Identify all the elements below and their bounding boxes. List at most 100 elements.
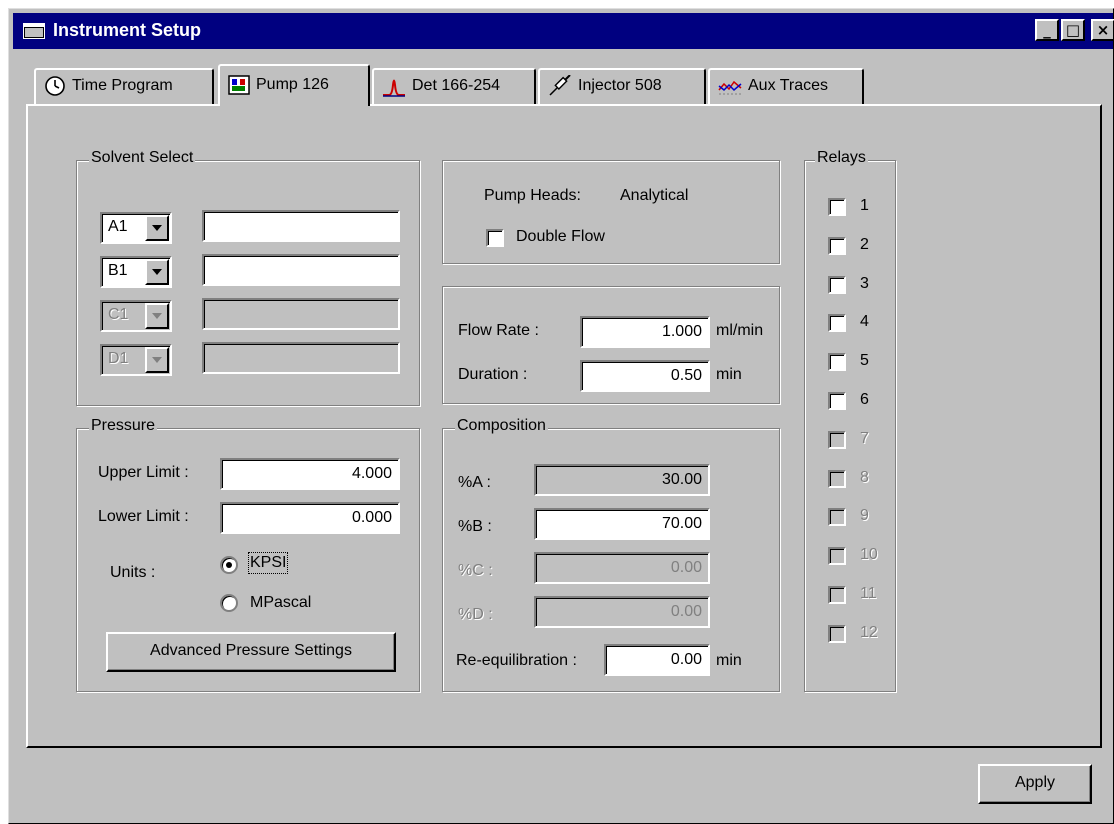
flow-rate-field[interactable]: 1.000 (580, 316, 710, 348)
pressure-legend: Pressure (89, 417, 158, 435)
relay-7-label: 7 (860, 430, 869, 447)
relay-9-label: 9 (860, 507, 869, 524)
relay-7-checkbox (828, 431, 846, 449)
percent-d-label: %D : (458, 606, 493, 623)
solvent-b-channel: B1 (108, 262, 128, 279)
apply-button[interactable]: Apply (978, 764, 1092, 804)
detector-peak-icon (383, 79, 405, 97)
title-bar[interactable]: Instrument Setup _ □ × (13, 13, 1114, 49)
percent-c-label: %C : (458, 562, 493, 579)
relay-11-label: 11 (860, 585, 877, 602)
reequilibration-label: Re-equilibration : (456, 652, 577, 669)
units-kpsi-label[interactable]: KPSI (247, 552, 289, 574)
flow-rate-label: Flow Rate : (458, 322, 539, 339)
advanced-pressure-settings-button[interactable]: Advanced Pressure Settings (106, 632, 396, 672)
relay-4-checkbox[interactable] (828, 314, 846, 332)
solvent-d-name-field (202, 342, 400, 374)
pump-icon (228, 75, 250, 95)
relays-group: Relays (804, 149, 896, 692)
relay-1-label[interactable]: 1 (860, 197, 869, 215)
aux-traces-icon (718, 80, 742, 95)
relay-1-checkbox[interactable] (828, 198, 846, 216)
duration-field[interactable]: 0.50 (580, 360, 710, 392)
reequilibration-field[interactable]: 0.00 (604, 644, 710, 676)
percent-b-field[interactable]: 70.00 (534, 508, 710, 540)
pump-heads-value: Analytical (620, 187, 689, 204)
solvent-c-combo: C1 (100, 300, 172, 332)
relay-4-label[interactable]: 4 (860, 313, 869, 331)
reequilibration-unit: min (716, 652, 742, 669)
relay-8-label: 8 (860, 469, 869, 486)
solvent-a-channel: A1 (108, 218, 128, 235)
close-button[interactable]: × (1091, 19, 1114, 41)
pump-heads-label: Pump Heads: (484, 187, 581, 204)
relay-10-checkbox (828, 547, 846, 565)
relay-9-checkbox (828, 508, 846, 526)
percent-b-label: %B : (458, 518, 492, 535)
relay-5-label[interactable]: 5 (860, 352, 869, 370)
relays-legend: Relays (815, 149, 868, 167)
relay-12-checkbox (828, 625, 846, 643)
solvent-d-channel: D1 (108, 350, 129, 367)
chevron-down-icon (145, 347, 169, 373)
maximize-icon: □ (1065, 21, 1081, 39)
relay-12-label: 12 (860, 624, 878, 641)
lower-limit-label: Lower Limit : (98, 508, 189, 525)
lower-limit-field[interactable]: 0.000 (220, 502, 400, 534)
tab-label: Injector 508 (578, 77, 662, 94)
duration-label: Duration : (458, 366, 528, 383)
units-kpsi-radio[interactable] (220, 556, 238, 574)
flow-rate-unit: ml/min (716, 322, 764, 339)
solvent-c-channel: C1 (108, 306, 129, 323)
maximize-button[interactable]: □ (1061, 19, 1085, 41)
percent-a-label: %A : (458, 474, 491, 491)
relay-11-checkbox (828, 586, 846, 604)
tab-detector[interactable]: Det 166-254 (372, 68, 536, 104)
units-mpascal-label[interactable]: MPascal (250, 594, 311, 612)
double-flow-label[interactable]: Double Flow (516, 228, 605, 246)
window-title: Instrument Setup (53, 20, 202, 40)
minimize-button[interactable]: _ (1035, 19, 1059, 41)
relay-5-checkbox[interactable] (828, 353, 846, 371)
relay-3-checkbox[interactable] (828, 276, 846, 294)
close-icon: × (1096, 21, 1110, 39)
relay-2-label[interactable]: 2 (860, 236, 869, 254)
solvent-b-name-field[interactable] (202, 254, 400, 286)
chevron-down-icon (145, 303, 169, 329)
window-icon (23, 23, 45, 39)
syringe-icon (549, 74, 571, 96)
tab-injector[interactable]: Injector 508 (538, 68, 706, 104)
solvent-c-name-field (202, 298, 400, 330)
pump-heads-group (442, 160, 780, 264)
chevron-down-icon[interactable] (145, 215, 169, 241)
double-flow-checkbox[interactable] (486, 229, 504, 247)
upper-limit-field[interactable]: 4.000 (220, 458, 400, 490)
units-mpascal-radio[interactable] (220, 594, 238, 612)
clock-icon (45, 75, 65, 96)
solvent-select-legend: Solvent Select (89, 149, 196, 167)
percent-c-field: 0.00 (534, 552, 710, 584)
relay-6-checkbox[interactable] (828, 392, 846, 410)
tab-label: Aux Traces (748, 77, 829, 94)
tab-time-program[interactable]: Time Program (34, 68, 214, 104)
upper-limit-label: Upper Limit : (98, 464, 189, 481)
relay-2-checkbox[interactable] (828, 237, 846, 255)
tab-aux-traces[interactable]: Aux Traces (708, 68, 864, 104)
tab-pump[interactable]: Pump 126 (218, 64, 370, 106)
relay-10-label: 10 (860, 546, 878, 563)
tab-label: Pump 126 (256, 76, 329, 93)
solvent-a-combo[interactable]: A1 (100, 212, 172, 244)
solvent-a-name-field[interactable] (202, 210, 400, 242)
relay-6-label[interactable]: 6 (860, 391, 869, 409)
chevron-down-icon[interactable] (145, 259, 169, 285)
tab-label: Det 166-254 (412, 77, 501, 94)
solvent-d-combo: D1 (100, 344, 172, 376)
minimize-icon: _ (1043, 21, 1051, 39)
duration-unit: min (716, 366, 742, 383)
percent-a-field: 30.00 (534, 464, 710, 496)
tab-label: Time Program (72, 77, 173, 94)
solvent-b-combo[interactable]: B1 (100, 256, 172, 288)
relay-3-label[interactable]: 3 (860, 275, 869, 293)
percent-d-field: 0.00 (534, 596, 710, 628)
relay-8-checkbox (828, 470, 846, 488)
